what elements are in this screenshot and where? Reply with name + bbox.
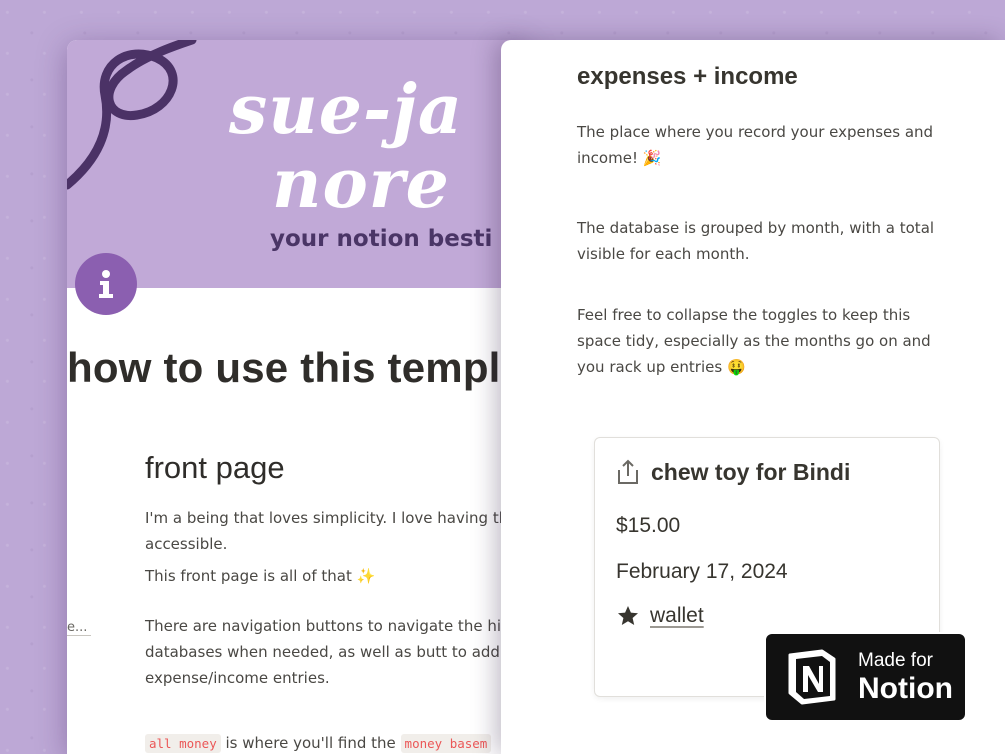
star-icon (618, 606, 638, 625)
card-title: chew toy for Bindi (651, 458, 851, 485)
card-tag-label: wallet (650, 604, 704, 627)
page-title: how to use this templa (67, 344, 525, 391)
card-tag[interactable]: wallet (616, 604, 704, 628)
navigation-paragraph: There are navigation buttons to navigate… (145, 617, 527, 687)
sparkles-icon: ✨ (356, 567, 376, 585)
card-header: chew toy for Bindi (615, 458, 850, 486)
swirl-decoration (67, 40, 197, 190)
badge-notion: Notion (858, 671, 953, 705)
code-money-basement: money basem (400, 734, 492, 753)
template-page: sue-ja nore your notion besti how to use… (67, 40, 527, 754)
cover-title-line1: sue-ja (229, 70, 463, 150)
front-page-paragraph-2: This front page is all of that ✨ (145, 563, 527, 589)
badge-made-for: Made for (858, 649, 933, 671)
code-all-money: all money (145, 734, 221, 753)
panel-paragraph-1: The place where you record your expenses… (577, 123, 934, 167)
info-glyph (99, 270, 113, 298)
front-page-paragraph: I'm a being that loves simplicity. I lov… (145, 509, 509, 553)
section-heading-front-page: front page (145, 450, 285, 485)
badge-text: Made for Notion (858, 651, 953, 704)
panel-title: expenses + income (577, 63, 798, 90)
front-page-paragraph-2-text: This front page is all of that (145, 567, 352, 585)
truncated-link[interactable]: e... (67, 620, 91, 636)
info-icon[interactable] (75, 253, 137, 315)
panel-paragraph-3: Feel free to collapse the toggles to kee… (577, 306, 931, 376)
page-cover: sue-ja nore your notion besti (67, 40, 527, 288)
card-amount: $15.00 (616, 514, 681, 537)
notion-logo-icon (788, 649, 836, 705)
panel-paragraph-2: The database is grouped by month, with a… (577, 219, 935, 263)
card-date: February 17, 2024 (616, 560, 788, 583)
all-money-text: is where you'll find the (225, 734, 396, 752)
share-icon (618, 459, 638, 484)
cover-tagline: your notion besti (270, 226, 493, 252)
made-for-notion-badge: Made for Notion (764, 632, 967, 722)
all-money-paragraph: all money is where you'll find the money… (145, 730, 527, 754)
cover-title-line2: nore (272, 144, 450, 224)
